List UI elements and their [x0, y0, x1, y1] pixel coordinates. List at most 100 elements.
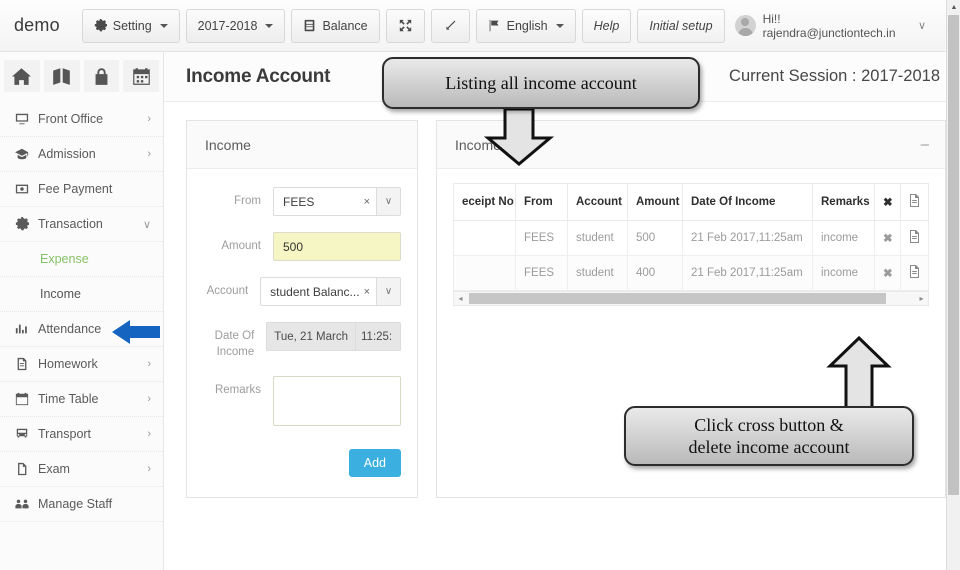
col-delete-header[interactable]: ✖ — [874, 183, 901, 221]
current-session-label: Current Session : 2017-2018 — [729, 67, 940, 85]
amount-label: Amount — [221, 240, 261, 252]
cell-remarks: income — [812, 255, 875, 291]
user-greeting: Hi!! rajendra@junctiontech.in — [762, 11, 896, 40]
scroll-left-icon[interactable]: ◂ — [454, 294, 467, 303]
calendar-icon[interactable] — [123, 60, 159, 92]
sidebar-label: Front Office — [38, 112, 104, 126]
col-remarks[interactable]: Remarks — [812, 183, 875, 221]
callout-2-text: Click cross button & delete income accoun… — [688, 414, 850, 458]
file-text-icon — [14, 357, 29, 371]
from-select-value: FEES — [283, 194, 315, 209]
session-year-button[interactable]: 2017-2018 — [185, 8, 286, 43]
sidebar-item-transaction[interactable]: Transaction ∨ — [0, 207, 163, 242]
time-input[interactable]: 11:25: — [355, 322, 401, 351]
doc-icon — [909, 265, 920, 281]
sidebar-label: Manage Staff — [38, 497, 113, 511]
col-account[interactable]: Account — [567, 183, 628, 221]
chevron-right-icon: › — [147, 148, 151, 160]
cell-amount: 500 — [627, 220, 683, 256]
sidebar-item-exam[interactable]: Exam › — [0, 452, 163, 487]
account-select[interactable]: student Balanc... × ∨ — [260, 277, 401, 306]
lock-icon[interactable] — [83, 60, 120, 92]
field-row-from: From FEES × ∨ — [197, 187, 401, 216]
scroll-up-icon[interactable]: ▲ — [947, 0, 960, 14]
scrollbar-thumb[interactable] — [948, 15, 959, 495]
clear-icon[interactable]: × — [360, 196, 370, 208]
scroll-right-icon[interactable]: ▸ — [915, 294, 928, 303]
chevron-down-icon — [265, 23, 274, 28]
balance-button[interactable]: Balance — [291, 8, 380, 43]
translate-icon[interactable] — [43, 60, 80, 92]
sidebar: Front Office › Admission › Fee Payment T… — [0, 52, 164, 570]
initial-setup-label: Initial setup — [649, 18, 713, 33]
sidebar-item-front-office[interactable]: Front Office › — [0, 102, 163, 137]
view-document-button[interactable] — [900, 255, 929, 291]
chart-bar-icon — [14, 322, 29, 336]
remarks-textarea[interactable] — [273, 376, 401, 427]
sidebar-label: Exam — [38, 462, 70, 476]
col-document-header[interactable] — [900, 183, 929, 221]
session-year-label: 2017-2018 — [197, 18, 258, 33]
cell-account: student — [567, 220, 628, 256]
chevron-down-icon[interactable]: ∨ — [376, 188, 400, 215]
doc-icon — [909, 194, 920, 210]
help-button[interactable]: Help — [581, 8, 632, 43]
delete-row-button[interactable]: ✖ — [874, 220, 901, 256]
sidebar-label: Income — [40, 287, 81, 301]
sidebar-item-fee-payment[interactable]: Fee Payment — [0, 172, 163, 207]
language-button[interactable]: English — [475, 8, 576, 43]
monitor-icon — [14, 112, 29, 126]
top-toolbar: demo Setting 2017-2018 Balance English H… — [0, 0, 946, 52]
brand-logo[interactable]: demo — [0, 15, 74, 36]
from-select[interactable]: FEES × ∨ — [273, 187, 401, 216]
date-input[interactable]: Tue, 21 March — [266, 322, 355, 351]
cell-remarks: income — [812, 220, 875, 256]
table-row[interactable]: FEES student 400 21 Feb 2017,11:25am inc… — [453, 255, 929, 291]
view-document-button[interactable] — [900, 220, 929, 256]
income-form-title: Income — [205, 136, 251, 153]
col-date-of-income[interactable]: Date Of Income — [682, 183, 813, 221]
toolbar-button-group: Setting 2017-2018 Balance English Help I… — [81, 8, 725, 43]
col-amount[interactable]: Amount — [627, 183, 683, 221]
sidebar-item-manage-staff[interactable]: Manage Staff — [0, 487, 163, 522]
cell-date: 21 Feb 2017,11:25am — [682, 220, 813, 256]
graduation-cap-icon — [14, 147, 29, 161]
table-horizontal-scrollbar[interactable]: ◂ ▸ — [453, 291, 929, 306]
scrollbar-track[interactable] — [467, 292, 915, 305]
sidebar-item-time-table[interactable]: Time Table › — [0, 382, 163, 417]
sidebar-label: Fee Payment — [38, 182, 113, 196]
add-button-row: Add — [197, 449, 401, 478]
balance-button-label: Balance — [322, 18, 368, 33]
home-icon[interactable] — [4, 60, 40, 92]
setting-button[interactable]: Setting — [81, 8, 180, 43]
gear-icon — [14, 217, 29, 231]
scrollbar-thumb[interactable] — [469, 293, 886, 304]
chevron-right-icon: › — [147, 393, 151, 405]
fullscreen-button[interactable] — [385, 8, 425, 43]
minimize-icon[interactable]: – — [921, 137, 929, 152]
table-row[interactable]: FEES student 500 21 Feb 2017,11:25am inc… — [453, 220, 929, 256]
sidebar-item-transport[interactable]: Transport › — [0, 417, 163, 452]
sidebar-item-homework[interactable]: Homework › — [0, 347, 163, 382]
col-from[interactable]: From — [515, 183, 568, 221]
chevron-down-icon — [159, 23, 168, 28]
browser-vertical-scrollbar[interactable]: ▲ — [946, 0, 960, 570]
delete-row-button[interactable]: ✖ — [874, 255, 901, 291]
sidebar-item-expense[interactable]: Expense — [0, 242, 163, 277]
chevron-down-icon: ∨ — [142, 218, 151, 231]
resize-button[interactable] — [430, 8, 470, 43]
chevron-down-icon[interactable]: ∨ — [376, 278, 400, 305]
table-header-row: eceipt No From Account Amount Date Of In… — [453, 183, 929, 221]
chevron-right-icon: › — [147, 463, 151, 475]
users-icon — [14, 497, 29, 511]
clear-icon[interactable]: × — [360, 286, 370, 298]
amount-input[interactable] — [273, 232, 401, 261]
col-receipt-no[interactable]: eceipt No — [453, 183, 516, 221]
add-button[interactable]: Add — [348, 449, 401, 478]
initial-setup-button[interactable]: Initial setup — [637, 8, 725, 43]
date-of-income-group[interactable]: Tue, 21 March 11:25: — [266, 322, 401, 351]
sidebar-item-income[interactable]: Income — [0, 277, 163, 312]
cell-account: student — [567, 255, 628, 291]
user-menu[interactable]: Hi!! rajendra@junctiontech.in ∨ — [725, 7, 936, 45]
sidebar-item-admission[interactable]: Admission › — [0, 137, 163, 172]
